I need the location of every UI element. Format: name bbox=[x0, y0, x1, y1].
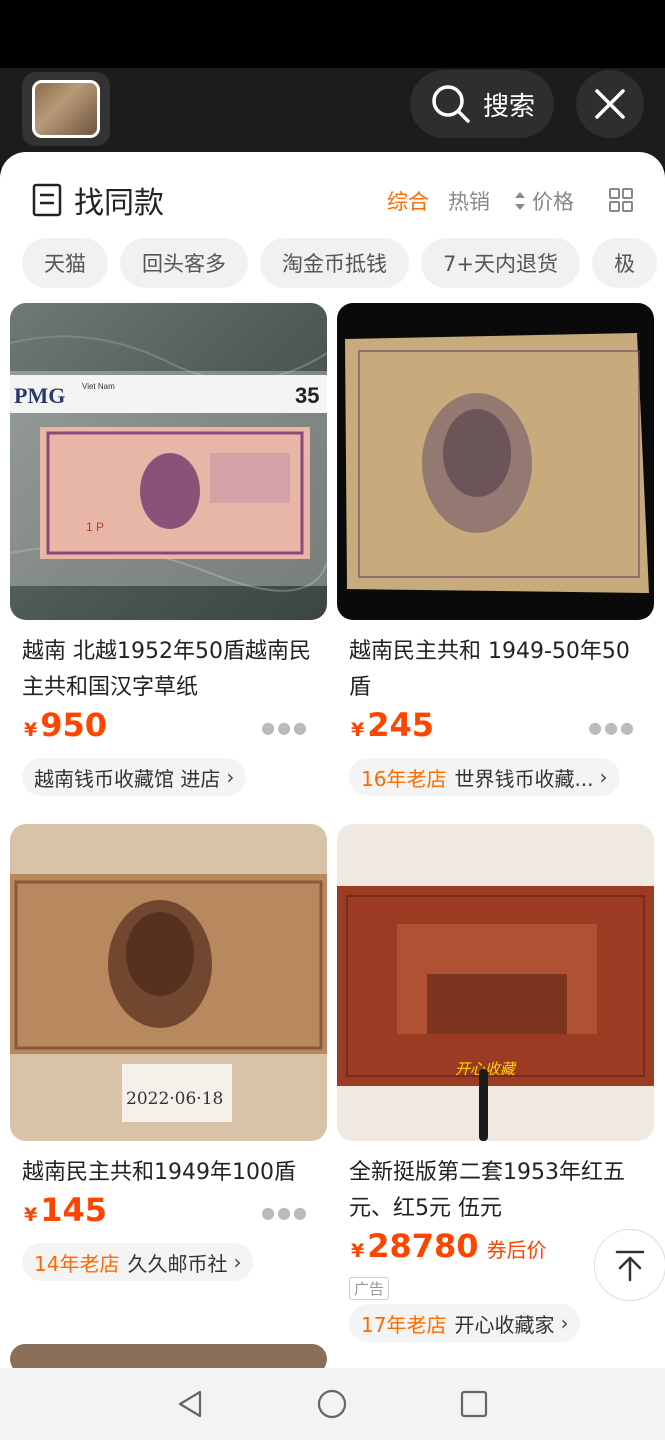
product-image[interactable]: 开心收藏 bbox=[337, 824, 654, 1141]
ad-badge: 广告 bbox=[349, 1277, 390, 1300]
product-card[interactable]: 越南民主共和 1949-50年50盾 ¥ 245 ●●● 16年老店 世界钱币收… bbox=[337, 303, 654, 796]
results-sheet: 找同款 综合 热销 价格 天猫 回头客多 淘金币抵钱 7+天内退货 极 PMG … bbox=[0, 152, 665, 1368]
currency-symbol: ¥ bbox=[351, 719, 365, 741]
chip-7day-return[interactable]: 7+天内退货 bbox=[421, 238, 580, 288]
price-row: ¥ 950 ●●● bbox=[10, 706, 327, 754]
sort-arrows-icon bbox=[515, 192, 525, 210]
home-icon[interactable] bbox=[316, 1388, 348, 1420]
product-price: 145 bbox=[40, 1191, 108, 1229]
recents-icon[interactable] bbox=[458, 1388, 490, 1420]
sort-price-label: 价格 bbox=[532, 190, 574, 214]
system-nav-bar bbox=[0, 1368, 665, 1440]
shop-age-badge: 16年老店 bbox=[361, 766, 447, 791]
status-bar bbox=[0, 0, 665, 68]
product-card[interactable]: 2022·06·18 越南民主共和1949年100盾 ¥ 145 ●●● 14年… bbox=[10, 824, 327, 1281]
product-title[interactable]: 越南民主共和1949年100盾 bbox=[10, 1155, 327, 1191]
currency-symbol: ¥ bbox=[24, 1204, 38, 1226]
pmg-country: Viet Nam bbox=[82, 382, 115, 391]
arrow-up-icon bbox=[615, 1250, 645, 1282]
product-image[interactable]: PMG Viet Nam 35 1 P bbox=[10, 303, 327, 620]
product-image[interactable] bbox=[10, 1344, 327, 1368]
close-button[interactable] bbox=[576, 70, 644, 138]
chevron-right-icon: › bbox=[233, 1250, 242, 1274]
page-title: 找同款 bbox=[32, 178, 164, 222]
chip-coins-discount[interactable]: 淘金币抵钱 bbox=[260, 238, 409, 288]
chip-repeat-buyers[interactable]: 回头客多 bbox=[120, 238, 248, 288]
grid-view-icon[interactable] bbox=[609, 188, 633, 212]
pmg-grade: 35 bbox=[295, 383, 319, 408]
product-title[interactable]: 越南民主共和 1949-50年50盾 bbox=[337, 634, 654, 706]
more-options-icon[interactable]: ●●● bbox=[261, 718, 309, 737]
back-icon[interactable] bbox=[174, 1388, 206, 1420]
sheet-header: 找同款 综合 热销 价格 bbox=[0, 152, 665, 236]
sort-price[interactable]: 价格 bbox=[514, 186, 574, 216]
sort-comprehensive[interactable]: 综合 bbox=[387, 186, 429, 216]
shop-name: 开心收藏家 bbox=[454, 1312, 555, 1337]
list-icon bbox=[32, 183, 62, 217]
product-price: 28780 bbox=[367, 1227, 479, 1265]
product-price: 950 bbox=[40, 706, 108, 744]
chip-tmall[interactable]: 天猫 bbox=[22, 238, 108, 288]
shop-name: 世界钱币收藏... bbox=[454, 766, 594, 791]
product-title[interactable]: 越南 北越1952年50盾越南民主共和国汉字草纸 bbox=[10, 634, 327, 706]
product-image[interactable] bbox=[337, 303, 654, 620]
chip-more[interactable]: 极 bbox=[591, 238, 657, 288]
back-to-top-button[interactable] bbox=[594, 1229, 665, 1301]
sort-hot[interactable]: 热销 bbox=[448, 186, 490, 216]
date-stamp: 2022·06·18 bbox=[126, 1089, 223, 1109]
pmg-logo: PMG bbox=[14, 383, 65, 408]
svg-text:1 P: 1 P bbox=[86, 520, 104, 534]
product-card[interactable] bbox=[10, 1344, 327, 1368]
more-options-icon[interactable]: ●●● bbox=[261, 1203, 309, 1222]
shop-name: 久久邮币社 bbox=[127, 1251, 228, 1276]
price-row: ¥ 245 ●●● bbox=[337, 706, 654, 754]
filter-chips: 天猫 回头客多 淘金币抵钱 7+天内退货 极 bbox=[22, 238, 657, 288]
chevron-right-icon: › bbox=[226, 765, 235, 789]
query-image-thumbnail[interactable] bbox=[22, 72, 110, 146]
title-text: 找同款 bbox=[74, 186, 164, 221]
currency-symbol: ¥ bbox=[351, 1240, 365, 1262]
product-image[interactable]: 2022·06·18 bbox=[10, 824, 327, 1141]
search-icon bbox=[432, 85, 470, 123]
product-card[interactable]: PMG Viet Nam 35 1 P 越南 北越1952年50盾越南民主共和国… bbox=[10, 303, 327, 796]
after-coupon-label: 券后价 bbox=[486, 1238, 547, 1262]
product-title[interactable]: 全新挺版第二套1953年红五元、红5元 伍元 bbox=[337, 1155, 654, 1227]
price-row: ¥ 145 ●●● bbox=[10, 1191, 327, 1239]
chevron-right-icon: › bbox=[599, 765, 608, 789]
chevron-right-icon: › bbox=[560, 1311, 569, 1335]
search-button[interactable]: 搜索 bbox=[410, 70, 554, 138]
currency-symbol: ¥ bbox=[24, 719, 38, 741]
shop-age-badge: 14年老店 bbox=[34, 1251, 120, 1276]
shop-age-badge: 17年老店 bbox=[361, 1312, 447, 1337]
search-label: 搜索 bbox=[482, 91, 535, 122]
product-price: 245 bbox=[367, 706, 435, 744]
shop-link[interactable]: 越南钱币收藏馆 进店 › bbox=[22, 758, 247, 796]
close-icon bbox=[595, 89, 625, 119]
more-options-icon[interactable]: ●●● bbox=[588, 718, 636, 737]
shop-link[interactable]: 14年老店 久久邮币社 › bbox=[22, 1243, 254, 1281]
shop-link[interactable]: 16年老店 世界钱币收藏... › bbox=[349, 758, 620, 796]
shop-link[interactable]: 17年老店 开心收藏家 › bbox=[349, 1304, 581, 1342]
shop-name: 越南钱币收藏馆 进店 bbox=[34, 766, 221, 791]
